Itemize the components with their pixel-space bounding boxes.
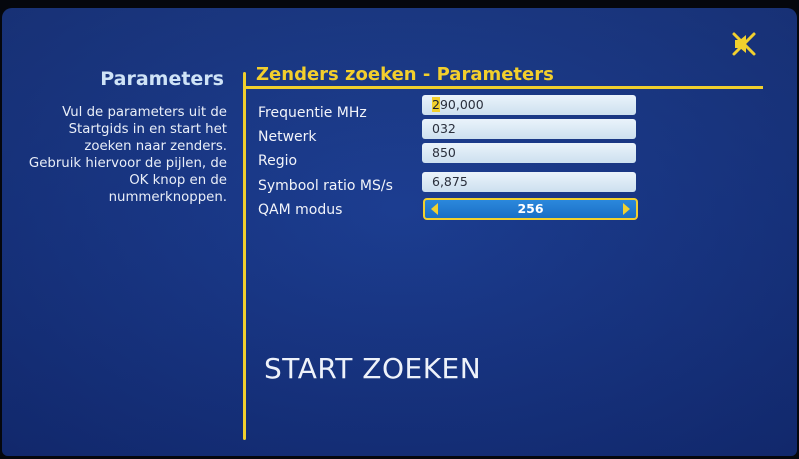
- arrow-left-icon[interactable]: [431, 203, 438, 215]
- frequency-value: 90,000: [439, 97, 484, 112]
- help-text: Vul de parameters uit de Startgids in en…: [22, 104, 227, 206]
- start-search-button[interactable]: START ZOEKEN: [264, 352, 481, 385]
- tv-screen: Parameters Vul de parameters uit de Star…: [2, 8, 797, 456]
- divider-horizontal: [243, 86, 763, 89]
- region-label: Regio: [258, 153, 298, 169]
- help-line: nummerknoppen.: [108, 190, 227, 205]
- help-line: Gebruik hiervoor de pijlen, de: [28, 156, 227, 171]
- help-line: Startgids in en start het: [68, 122, 227, 137]
- help-line: OK knop en de: [129, 173, 227, 188]
- frequency-label: Frequentie MHz: [258, 105, 367, 121]
- frequency-input[interactable]: 290,000: [422, 95, 636, 115]
- network-label: Netwerk: [258, 129, 317, 145]
- mute-icon: [732, 32, 756, 56]
- qam-mode-selector[interactable]: 256: [423, 198, 638, 220]
- region-input[interactable]: 850: [422, 143, 636, 163]
- input-cursor: 2: [432, 97, 440, 112]
- page-title: Zenders zoeken - Parameters: [256, 64, 554, 85]
- symbol-rate-input[interactable]: 6,875: [422, 172, 636, 192]
- symbol-rate-label: Symbool ratio MS/s: [258, 178, 393, 194]
- qam-mode-label: QAM modus: [258, 202, 343, 218]
- side-title: Parameters: [100, 68, 224, 90]
- help-line: Vul de parameters uit de: [62, 105, 227, 120]
- divider-vertical: [243, 72, 246, 440]
- qam-mode-value: 256: [517, 201, 544, 216]
- help-line: zoeken naar zenders.: [84, 139, 227, 154]
- arrow-right-icon[interactable]: [623, 203, 630, 215]
- network-input[interactable]: 032: [422, 119, 636, 139]
